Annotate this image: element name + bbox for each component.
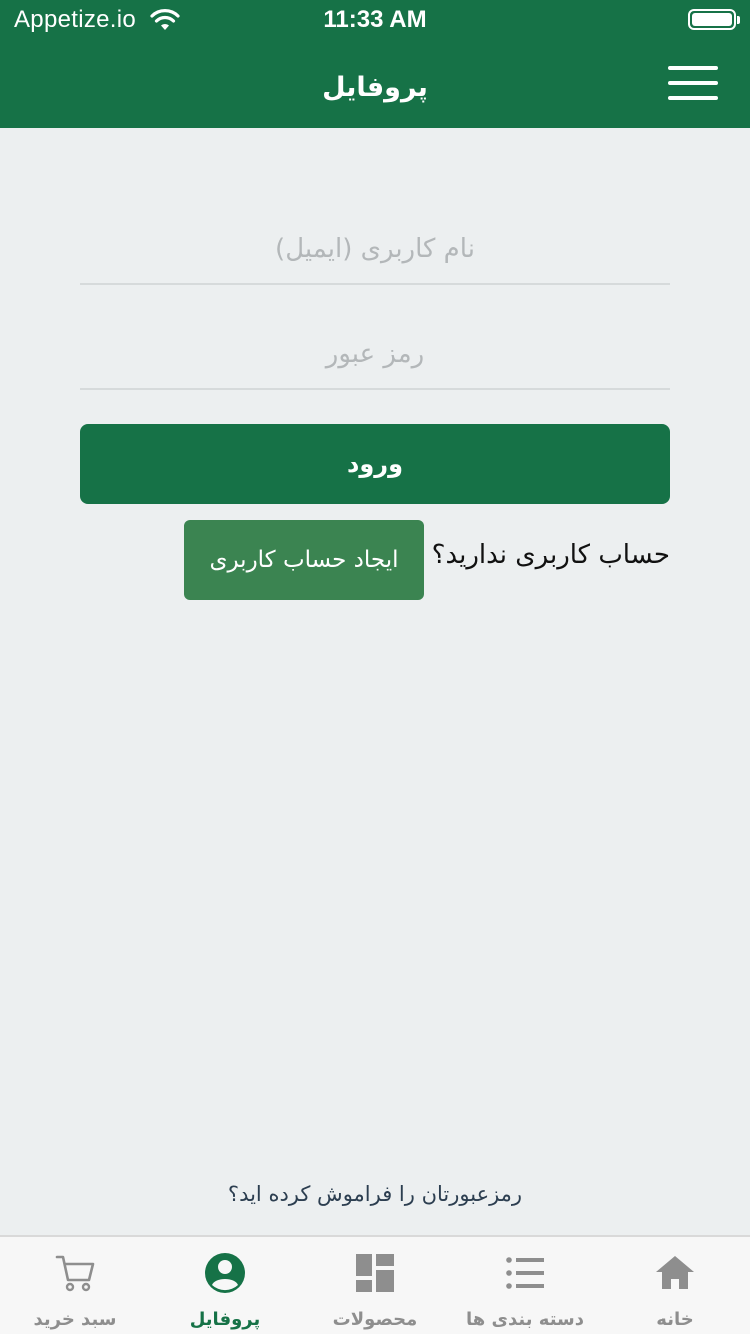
page-title: پروفایل — [322, 72, 428, 103]
password-field[interactable] — [80, 320, 670, 390]
create-account-button[interactable]: ایجاد حساب کاربری — [184, 520, 424, 600]
tab-products[interactable]: محصولات — [300, 1237, 450, 1334]
header-bar: Appetize.io 11:33 AM پروفایل — [0, 0, 750, 128]
tab-label: پروفایل — [189, 1309, 261, 1330]
tab-home[interactable]: خانه — [600, 1237, 750, 1334]
tab-profile[interactable]: پروفایل — [150, 1237, 300, 1334]
tab-bar: سبد خرید پروفایل محصولات دسته بندی ها خا… — [0, 1235, 750, 1334]
home-icon — [656, 1256, 694, 1289]
cart-icon — [55, 1255, 95, 1292]
tab-label: سبد خرید — [33, 1309, 117, 1330]
tab-categories[interactable]: دسته بندی ها — [450, 1237, 600, 1334]
categories-list-icon — [506, 1257, 544, 1289]
username-input[interactable] — [80, 215, 670, 283]
tab-label: محصولات — [332, 1309, 418, 1330]
forgot-password-link[interactable]: رمزعبورتان را فراموش کرده اید؟ — [0, 1182, 750, 1206]
products-grid-icon — [356, 1254, 394, 1292]
tab-label: خانه — [656, 1309, 694, 1330]
tab-label: دسته بندی ها — [466, 1309, 584, 1330]
login-screen: Appetize.io 11:33 AM پروفایل ورود حساب ک… — [0, 0, 750, 1334]
password-input[interactable] — [80, 320, 670, 388]
battery-icon — [688, 9, 740, 30]
hamburger-menu-icon[interactable] — [668, 66, 718, 102]
status-time: 11:33 AM — [323, 6, 427, 33]
profile-icon — [205, 1253, 245, 1293]
no-account-text: حساب کاربری ندارید؟ — [431, 540, 670, 570]
login-button[interactable]: ورود — [80, 424, 670, 504]
username-field[interactable] — [80, 215, 670, 285]
tab-cart[interactable]: سبد خرید — [0, 1237, 150, 1334]
